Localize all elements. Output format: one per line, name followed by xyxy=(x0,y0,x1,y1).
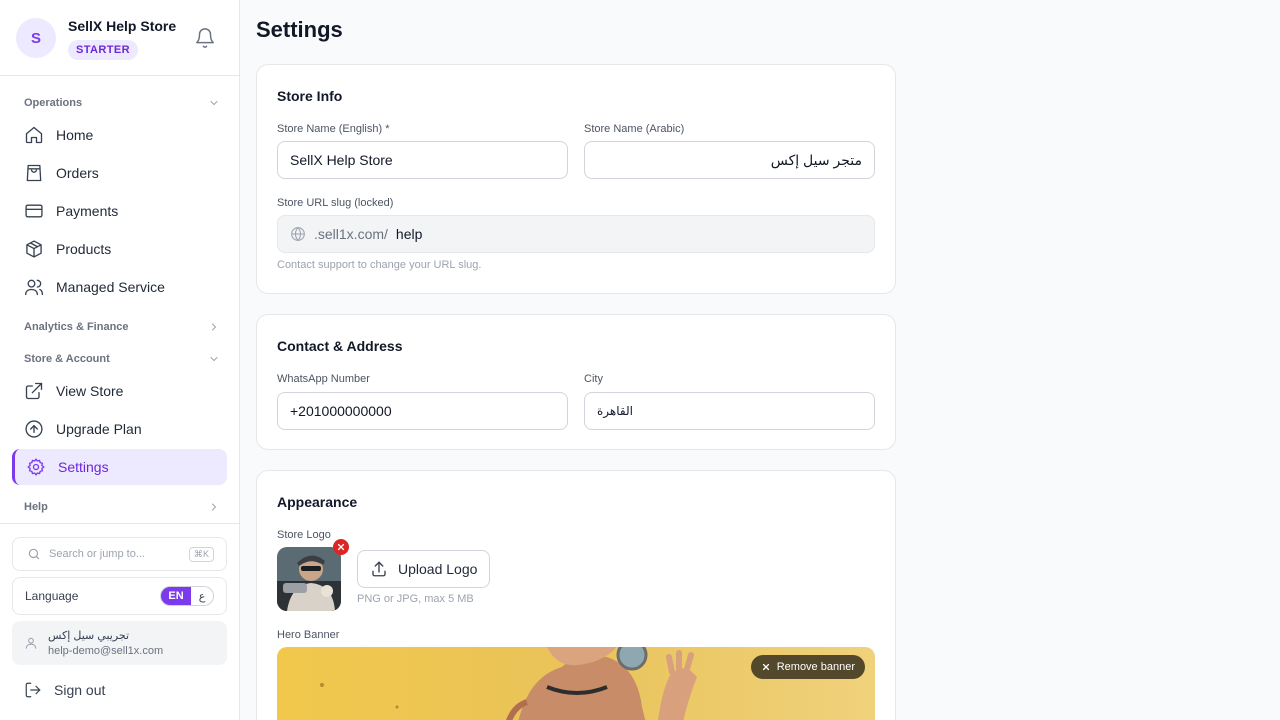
remove-logo-button[interactable] xyxy=(333,539,349,555)
remove-banner-button[interactable]: Remove banner xyxy=(750,655,865,679)
sidebar-divider xyxy=(0,523,239,524)
store-logo-label: Store Logo xyxy=(277,529,331,541)
sidebar-item-products[interactable]: Products xyxy=(12,231,227,267)
chevron-right-icon xyxy=(212,323,217,331)
close-icon xyxy=(762,663,769,671)
gear-icon xyxy=(27,458,45,476)
user-profile[interactable]: تجريبي سيل إكس help-demo@sell1x.com xyxy=(12,621,227,665)
appearance-card: Appearance Store Logo Upload Logo PNG or… xyxy=(256,470,896,720)
upload-icon xyxy=(372,561,386,577)
whatsapp-label: WhatsApp Number xyxy=(277,373,370,385)
language-label: Language xyxy=(25,589,79,603)
sidebar-item-label: Settings xyxy=(58,459,109,475)
log-out-icon xyxy=(25,682,41,698)
sidebar-item-home[interactable]: Home xyxy=(12,117,227,153)
search-icon xyxy=(28,548,40,560)
store-info-card: Store Info Store Name (English) * Store … xyxy=(256,64,896,294)
city-label: City xyxy=(584,373,603,385)
group-operations-label: Operations xyxy=(24,97,83,109)
sidebar: S SellX Help Store STARTER Operations Ho… xyxy=(0,0,240,720)
store-slug-label: Store URL slug (locked) xyxy=(277,197,394,209)
globe-icon xyxy=(291,226,305,242)
store-logo-image xyxy=(277,547,341,611)
user-name: تجريبي سيل إكس xyxy=(48,630,130,642)
sign-out-button[interactable]: Sign out xyxy=(24,680,105,700)
external-link-icon xyxy=(25,382,43,400)
whatsapp-input[interactable] xyxy=(277,392,568,430)
slug-hint: Contact support to change your URL slug. xyxy=(277,259,482,271)
slug-prefix: .sell1x.com/ xyxy=(314,226,388,242)
remove-banner-label: Remove banner xyxy=(776,661,855,673)
command-search[interactable]: Search or jump to... ⌘K xyxy=(12,537,227,571)
store-header: S SellX Help Store STARTER xyxy=(0,0,239,76)
upload-logo-button[interactable]: Upload Logo xyxy=(357,550,491,588)
arrow-up-circle-icon xyxy=(25,420,43,438)
sidebar-item-label: Payments xyxy=(56,203,119,219)
slug-value: help xyxy=(395,226,423,242)
group-operations[interactable]: Operations xyxy=(24,95,220,111)
store-info-title: Store Info xyxy=(277,88,343,104)
store-name-ar-input[interactable] xyxy=(584,141,875,179)
store-avatar[interactable]: S xyxy=(16,18,56,58)
upload-logo-label: Upload Logo xyxy=(398,561,478,577)
sidebar-item-orders[interactable]: Orders xyxy=(12,155,227,191)
search-placeholder: Search or jump to... xyxy=(49,548,145,560)
chevron-down-icon xyxy=(210,357,218,362)
sidebar-item-view-store[interactable]: View Store xyxy=(12,373,227,409)
home-icon xyxy=(25,126,43,144)
sidebar-item-settings[interactable]: Settings xyxy=(12,449,227,485)
store-name-en-label: Store Name (English) * xyxy=(277,123,390,135)
sign-out-label: Sign out xyxy=(54,682,106,698)
language-toggle[interactable]: EN ع xyxy=(160,586,214,606)
chevron-down-icon xyxy=(210,101,218,106)
group-help[interactable]: Help xyxy=(24,499,220,515)
language-en-option[interactable]: EN xyxy=(161,587,191,605)
store-name-en-input[interactable] xyxy=(277,141,568,179)
group-store-account-label: Store & Account xyxy=(24,353,110,365)
language-ar-option[interactable]: ع xyxy=(191,587,213,605)
bell-icon[interactable] xyxy=(194,27,216,49)
plan-badge: STARTER xyxy=(68,40,138,60)
sidebar-item-label: Home xyxy=(56,127,94,143)
sidebar-item-label: View Store xyxy=(56,383,124,399)
sidebar-item-payments[interactable]: Payments xyxy=(12,193,227,229)
appearance-title: Appearance xyxy=(277,494,358,510)
group-help-label: Help xyxy=(24,501,48,513)
contact-address-card: Contact & Address WhatsApp Number City xyxy=(256,314,896,450)
sidebar-item-label: Upgrade Plan xyxy=(56,421,142,437)
user-icon xyxy=(25,637,37,649)
search-shortcut: ⌘K xyxy=(188,546,214,562)
logo-photo xyxy=(277,547,341,611)
city-input[interactable] xyxy=(584,392,875,430)
close-icon xyxy=(337,543,345,551)
credit-card-icon xyxy=(25,204,43,218)
group-analytics-label: Analytics & Finance xyxy=(24,321,129,333)
hero-banner-label: Hero Banner xyxy=(277,629,340,641)
sidebar-item-label: Orders xyxy=(56,165,99,181)
hero-banner-image: Remove banner xyxy=(277,647,875,720)
language-selector: Language EN ع xyxy=(12,577,227,615)
group-store-account[interactable]: Store & Account xyxy=(24,351,220,367)
page-title: Settings xyxy=(256,17,343,42)
shopping-bag-icon xyxy=(26,164,42,182)
chevron-right-icon xyxy=(212,503,217,511)
users-icon xyxy=(25,279,43,296)
sidebar-item-upgrade-plan[interactable]: Upgrade Plan xyxy=(12,411,227,447)
store-name: SellX Help Store xyxy=(68,18,177,34)
sidebar-item-label: Products xyxy=(56,241,112,257)
sidebar-item-label: Managed Service xyxy=(56,279,165,295)
package-icon xyxy=(26,240,42,258)
store-slug-field: .sell1x.com/ help xyxy=(277,215,875,253)
store-name-ar-label: Store Name (Arabic) xyxy=(584,123,685,135)
user-email: help-demo@sell1x.com xyxy=(48,645,164,657)
group-analytics-finance[interactable]: Analytics & Finance xyxy=(24,319,220,335)
logo-hint: PNG or JPG, max 5 MB xyxy=(357,593,474,605)
sidebar-item-managed-service[interactable]: Managed Service xyxy=(12,269,227,305)
contact-title: Contact & Address xyxy=(277,338,403,354)
